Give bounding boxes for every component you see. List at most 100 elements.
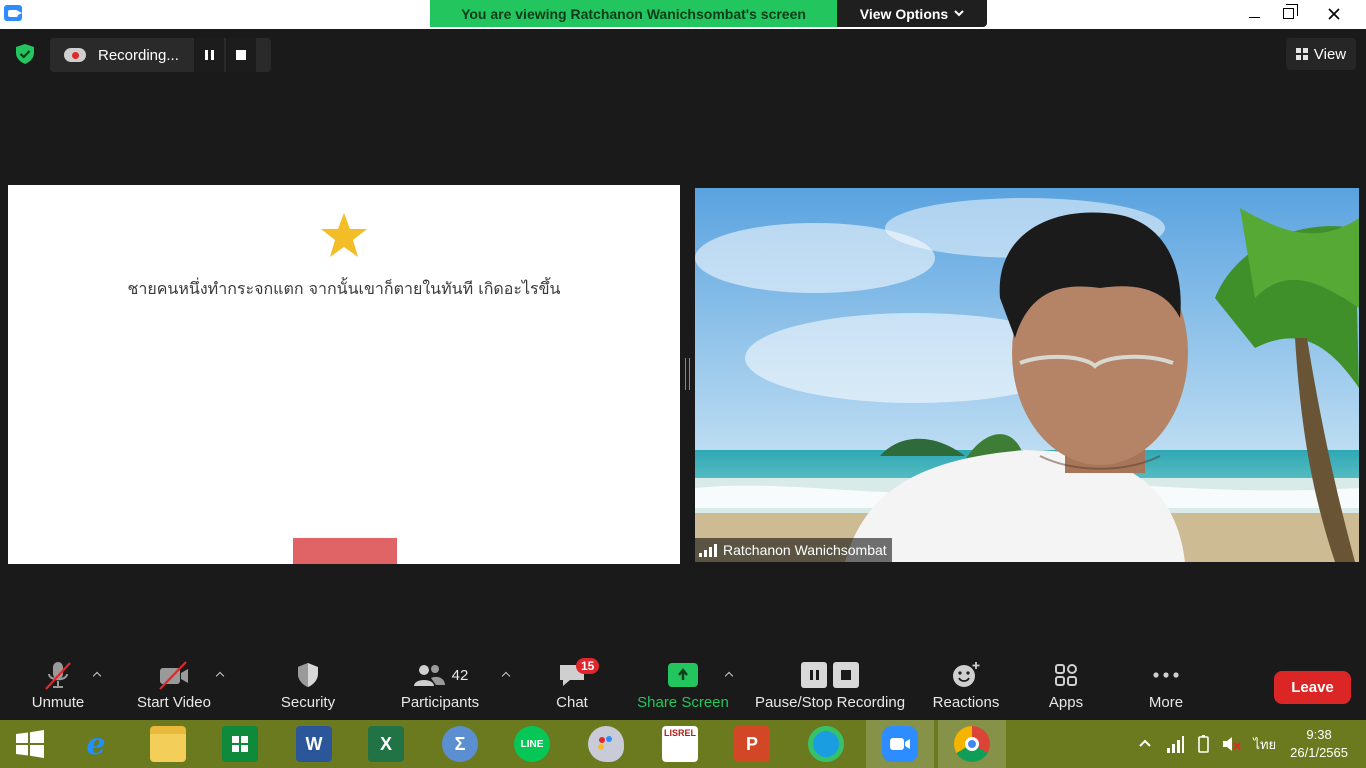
windows-logo-icon [16,730,44,758]
video-feed [695,188,1359,562]
participants-button[interactable]: 42 Participants [396,650,484,720]
internet-explorer-icon: e [86,726,106,762]
stop-icon [236,50,246,60]
view-button[interactable]: View [1286,38,1356,70]
taskbar-excel[interactable]: X [352,720,420,768]
lisrel-icon: LISREL [662,726,698,762]
chat-icon-wrap: 15 [557,656,600,694]
meeting-toolbar: Unmute Start Video Security 42 Participa… [0,650,1366,720]
security-button[interactable]: Security [274,650,342,720]
more-button[interactable]: More [1140,650,1192,720]
network-signal-icon[interactable] [1165,734,1185,754]
paint-palette-icon [588,726,624,762]
apps-button[interactable]: Apps [1040,650,1092,720]
participants-options-caret[interactable] [501,670,511,680]
taskbar-store[interactable] [206,720,274,768]
taskbar-math-input[interactable]: Σ [426,720,494,768]
close-button[interactable] [1314,0,1354,27]
start-button[interactable] [0,720,60,768]
reactions-icon [951,656,981,694]
input-language[interactable]: ไทย [1253,734,1276,755]
signal-strength-icon [699,543,717,557]
start-video-button[interactable]: Start Video [132,650,216,720]
math-input-icon: Σ [442,726,478,762]
zoom-logo-icon [4,5,22,21]
share-screen-icon-wrap [668,656,698,694]
chat-button[interactable]: 15 Chat [542,650,602,720]
taskbar-chrome[interactable] [938,720,1006,768]
stop-recording-button[interactable] [226,38,256,72]
folder-icon [150,726,186,762]
view-button-label: View [1313,45,1347,63]
zoom-icon [882,726,918,762]
taskbar-clock[interactable]: 9:38 26/1/2565 [1290,726,1348,762]
taskbar-zoom[interactable] [866,720,934,768]
viewing-banner: You are viewing Ratchanon Wanichsombat's… [430,0,837,27]
participants-label: Participants [400,694,480,711]
clock-time: 9:38 [1306,727,1332,742]
participants-icon-wrap: 42 [412,656,469,694]
view-options-button[interactable]: View Options [837,0,987,27]
recording-controls-icons [801,656,859,694]
participants-icon [413,665,445,686]
reactions-label: Reactions [932,694,1000,711]
pause-stop-recording-label: Pause/Stop Recording [754,694,906,711]
participant-name-tag: Ratchanon Wanichsombat [695,538,892,562]
encryption-shield-icon[interactable] [14,43,36,65]
show-hidden-icons-icon[interactable] [1135,734,1155,754]
edge-icon [808,726,844,762]
video-options-caret[interactable] [215,670,225,680]
pause-icon [204,50,214,60]
start-video-label: Start Video [137,694,211,711]
security-label: Security [280,694,336,711]
security-shield-icon [295,656,321,694]
panel-splitter-handle[interactable] [685,358,690,390]
shared-screen: ชายคนหนึ่งทำกระจกแตก จากนั้นเขาก็ตายในทั… [8,185,680,564]
taskbar-lisrel[interactable]: LISREL [646,720,714,768]
pause-recording-button[interactable] [194,38,224,72]
star-icon [321,213,367,257]
word-icon: W [296,726,332,762]
cloud-recording-icon [64,48,86,62]
chat-label: Chat [556,694,588,711]
reactions-button[interactable]: Reactions [928,650,1004,720]
shared-question-text: ชายคนหนึ่งทำกระจกแตก จากนั้นเขาก็ตายในทั… [127,279,561,298]
participant-video: Ratchanon Wanichsombat [695,188,1359,562]
taskbar-paint[interactable] [572,720,640,768]
participant-name: Ratchanon Wanichsombat [723,542,887,558]
muted-microphone-icon [42,656,74,694]
taskbar-internet-explorer[interactable]: e [62,720,130,768]
system-tray: ไทย 9:38 26/1/2565 [1135,720,1366,768]
share-screen-button[interactable]: Share Screen [636,650,730,720]
shared-answer-button [293,538,397,564]
store-icon [222,726,258,762]
windows-taskbar: e W X Σ LINE LISREL P ไทย 9:38 26/1/2565 [0,720,1366,768]
share-screen-icon [668,663,698,687]
pause-stop-recording-button[interactable]: Pause/Stop Recording [752,650,908,720]
recording-indicator: Recording... [50,38,271,72]
more-label: More [1148,694,1184,711]
grid-view-icon [1295,48,1308,60]
share-options-caret[interactable] [724,670,734,680]
excel-icon: X [368,726,404,762]
view-options-label: View Options [859,5,949,22]
unmute-label: Unmute [31,694,85,711]
taskbar-file-explorer[interactable] [134,720,202,768]
share-screen-label: Share Screen [637,694,729,711]
taskbar-edge[interactable] [792,720,860,768]
audio-options-caret[interactable] [92,670,102,680]
stop-icon [833,662,859,688]
apps-icon [1053,656,1079,694]
leave-button[interactable]: Leave [1274,671,1351,704]
volume-muted-icon[interactable] [1221,734,1242,754]
clock-date: 26/1/2565 [1290,745,1348,760]
taskbar-powerpoint[interactable]: P [718,720,786,768]
taskbar-line[interactable]: LINE [498,720,566,768]
maximize-button[interactable] [1268,0,1308,27]
battery-icon[interactable] [1193,734,1213,754]
unmute-button[interactable]: Unmute [22,650,94,720]
chat-unread-badge: 15 [576,658,600,674]
taskbar-word[interactable]: W [280,720,348,768]
more-icon [1152,656,1180,694]
participants-count: 42 [451,666,469,684]
